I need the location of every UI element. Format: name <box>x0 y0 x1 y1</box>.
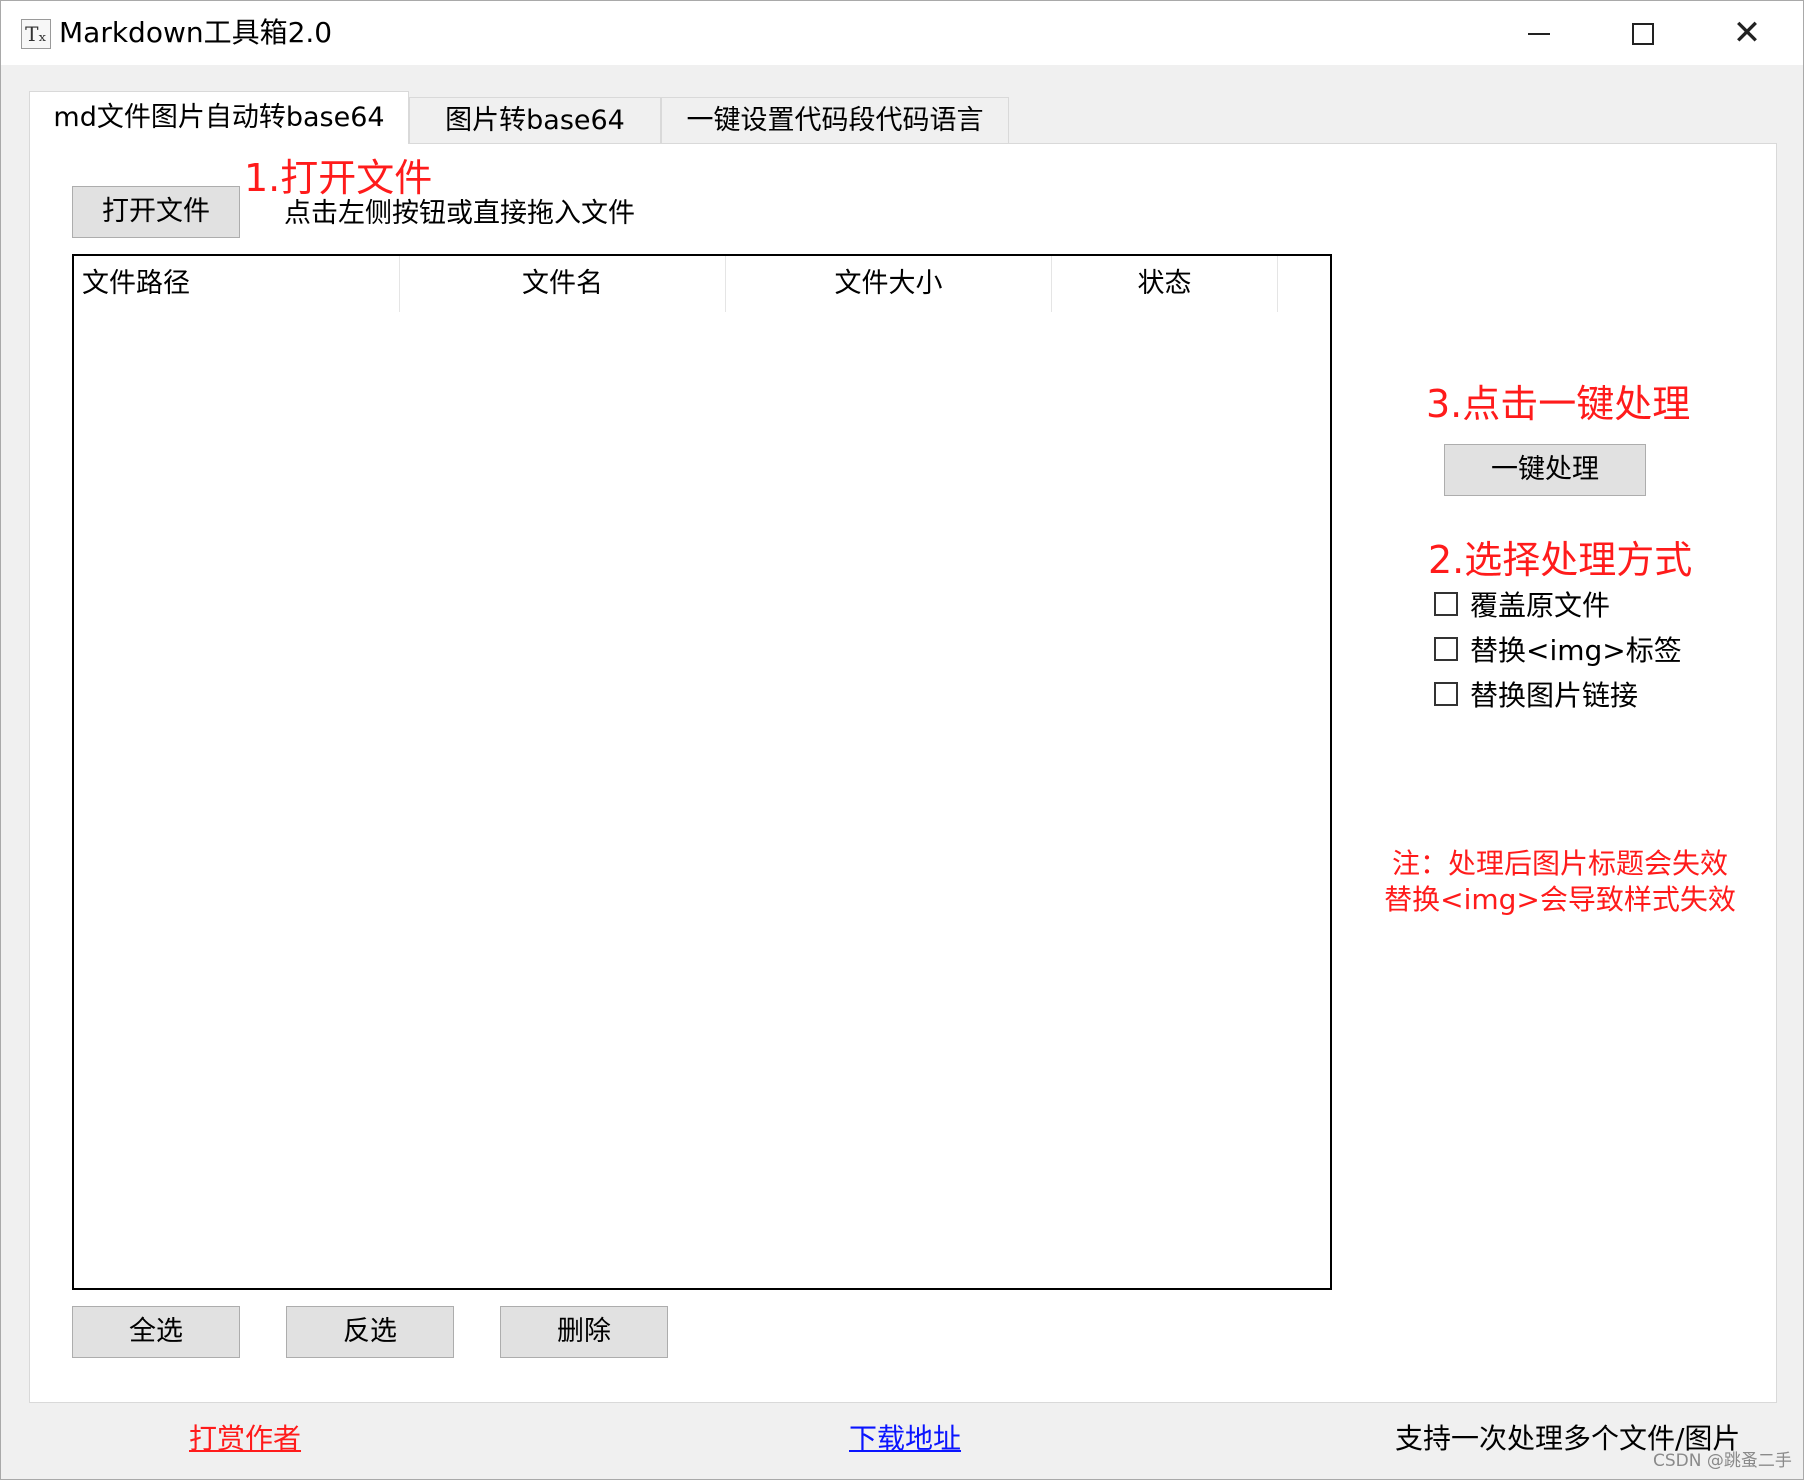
replace-img-tag-checkbox[interactable] <box>1434 637 1458 661</box>
option-replace-image-link[interactable]: 替换图片链接 <box>1434 676 1638 716</box>
step1-annotation: 1.打开文件 <box>244 156 433 200</box>
option-replace-img-tag-label: 替换<img>标签 <box>1470 634 1682 667</box>
close-icon: ✕ <box>1732 13 1762 53</box>
title-bar[interactable]: Tₓ Markdown工具箱2.0 ✕ <box>1 1 1803 65</box>
replace-image-link-checkbox[interactable] <box>1434 682 1458 706</box>
step2-annotation: 2.选择处理方式 <box>1428 538 1693 582</box>
column-header-path[interactable]: 文件路径 <box>74 256 400 312</box>
overwrite-checkbox[interactable] <box>1434 592 1458 616</box>
tab-md-to-base64[interactable]: md文件图片自动转base64 <box>29 91 409 144</box>
window-title: Markdown工具箱2.0 <box>59 16 333 49</box>
watermark: CSDN @跳蚤二手 <box>1653 1451 1792 1471</box>
open-file-button[interactable]: 打开文件 <box>72 186 240 238</box>
app-window: Tₓ Markdown工具箱2.0 ✕ md文件图片自动转base64 图片转b… <box>0 0 1804 1480</box>
tab-code-language[interactable]: 一键设置代码段代码语言 <box>661 97 1009 143</box>
maximize-icon <box>1632 22 1654 45</box>
note-line-1: 注：处理后图片标题会失效 <box>1391 847 1728 880</box>
option-replace-image-link-label: 替换图片链接 <box>1470 679 1639 712</box>
minimize-icon <box>1528 32 1550 35</box>
tab-panel: 1.打开文件 打开文件 点击左侧按钮或直接拖入文件 文件路径 文件名 文件大小 … <box>29 143 1777 1403</box>
reward-author-link[interactable]: 打赏作者 <box>189 1419 301 1459</box>
delete-button[interactable]: 删除 <box>500 1306 668 1358</box>
process-button[interactable]: 一键处理 <box>1444 444 1646 496</box>
option-overwrite[interactable]: 覆盖原文件 <box>1434 586 1610 626</box>
file-table[interactable]: 文件路径 文件名 文件大小 状态 <box>72 254 1332 1290</box>
minimize-button[interactable] <box>1487 1 1591 65</box>
column-header-size[interactable]: 文件大小 <box>726 256 1052 312</box>
maximize-button[interactable] <box>1591 1 1695 65</box>
note-line-2: 替换<img>会导致样式失效 <box>1384 883 1736 916</box>
drop-hint: 点击左侧按钮或直接拖入文件 <box>284 198 635 229</box>
select-all-button[interactable]: 全选 <box>72 1306 240 1358</box>
step3-annotation: 3.点击一键处理 <box>1426 382 1691 426</box>
close-button[interactable]: ✕ <box>1695 1 1799 65</box>
note-text: 注：处理后图片标题会失效 替换<img>会导致样式失效 <box>1350 846 1770 918</box>
download-link[interactable]: 下载地址 <box>849 1419 961 1459</box>
invert-selection-button[interactable]: 反选 <box>286 1306 454 1358</box>
column-header-name[interactable]: 文件名 <box>400 256 726 312</box>
option-replace-img-tag[interactable]: 替换<img>标签 <box>1434 631 1682 671</box>
tab-image-to-base64[interactable]: 图片转base64 <box>409 97 661 143</box>
app-icon: Tₓ <box>21 19 51 49</box>
option-overwrite-label: 覆盖原文件 <box>1470 589 1611 622</box>
column-header-status[interactable]: 状态 <box>1052 256 1278 312</box>
